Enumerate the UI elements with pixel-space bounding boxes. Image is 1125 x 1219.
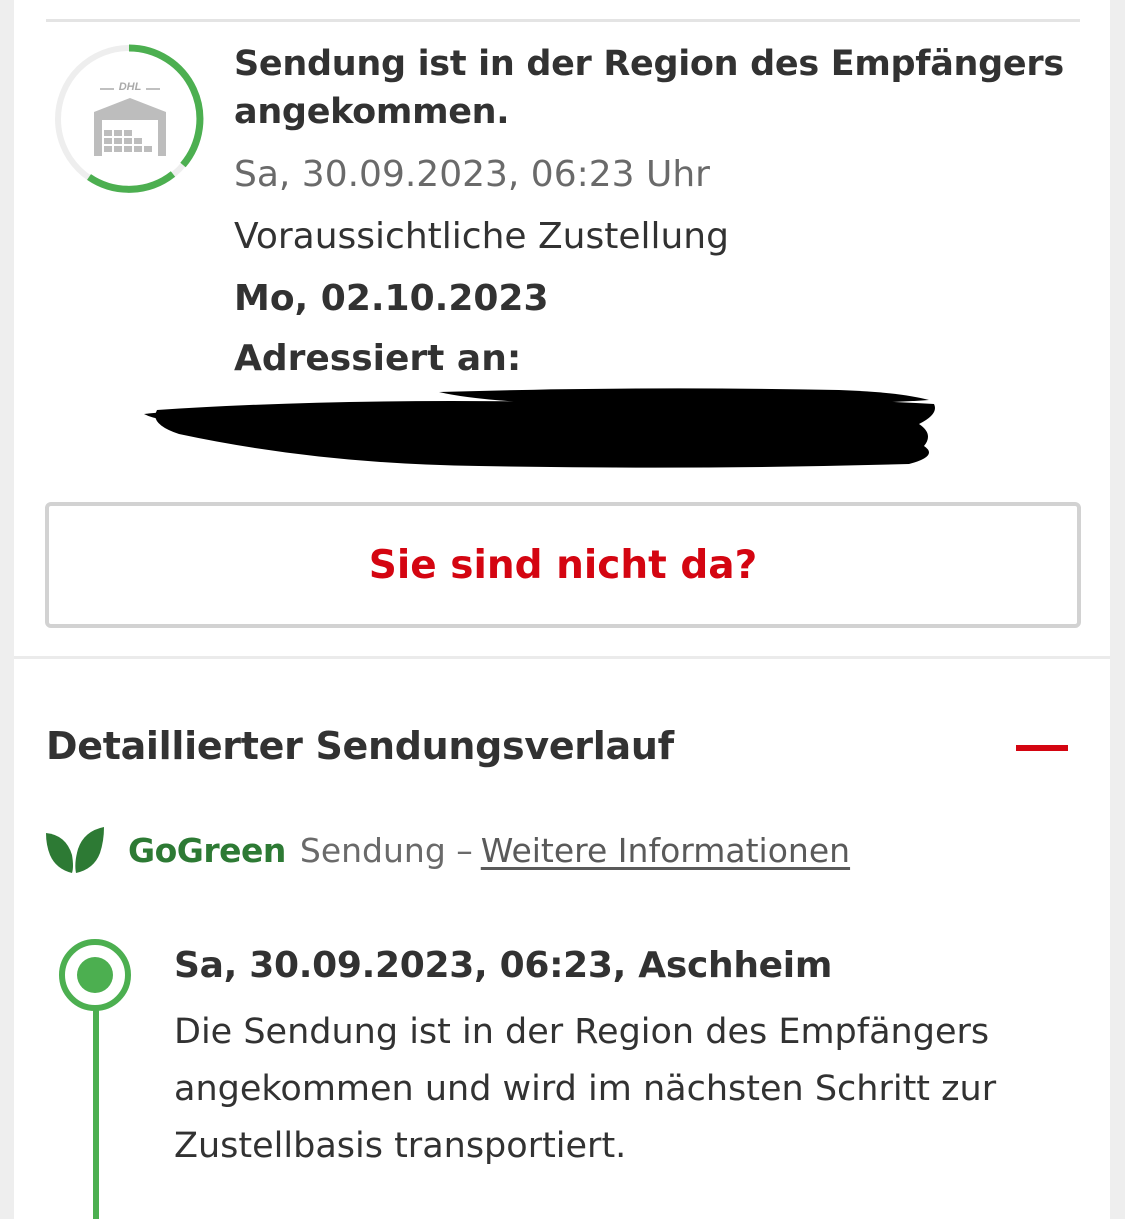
section-divider xyxy=(14,656,1110,659)
timeline-line xyxy=(93,1000,99,1219)
more-info-link[interactable]: Weitere Informationen xyxy=(481,831,850,870)
status-progress-ring: DHL xyxy=(55,44,204,193)
status-title: Sendung ist in der Region des Empfängers… xyxy=(234,44,1064,132)
gogreen-notice: GoGreen Sendung – Weitere Informationen xyxy=(44,822,850,878)
history-section-title: Detaillierter Sendungsverlauf xyxy=(46,724,674,768)
minus-icon[interactable] xyxy=(1004,726,1074,772)
redacted-address xyxy=(144,388,935,468)
timeline-event: Sa, 30.09.2023, 06:23, Aschheim Die Send… xyxy=(174,940,1074,1175)
event-description: Die Sendung ist in der Region des Empfän… xyxy=(174,1012,997,1166)
status-timestamp: Sa, 30.09.2023, 06:23 Uhr xyxy=(234,154,710,195)
gogreen-brand: GoGreen xyxy=(128,830,286,870)
svg-text:DHL: DHL xyxy=(119,81,142,93)
top-divider xyxy=(46,19,1080,22)
timeline-dot xyxy=(59,939,131,1011)
shipment-card: DHL Sendung ist in der Region des Empfän… xyxy=(14,0,1110,1219)
address-label: Adressiert an: xyxy=(234,338,522,379)
status-summary: Sendung ist in der Region des Empfängers… xyxy=(234,40,1084,382)
event-title: Sa, 30.09.2023, 06:23, Aschheim xyxy=(174,945,833,986)
gogreen-suffix: Sendung – xyxy=(299,830,473,870)
eta-label: Voraussichtliche Zustellung xyxy=(234,216,729,257)
eta-date: Mo, 02.10.2023 xyxy=(234,278,549,319)
leaf-icon xyxy=(46,827,104,873)
dhl-warehouse-icon: DHL xyxy=(94,81,166,156)
not-home-button[interactable]: Sie sind nicht da? xyxy=(45,502,1081,628)
